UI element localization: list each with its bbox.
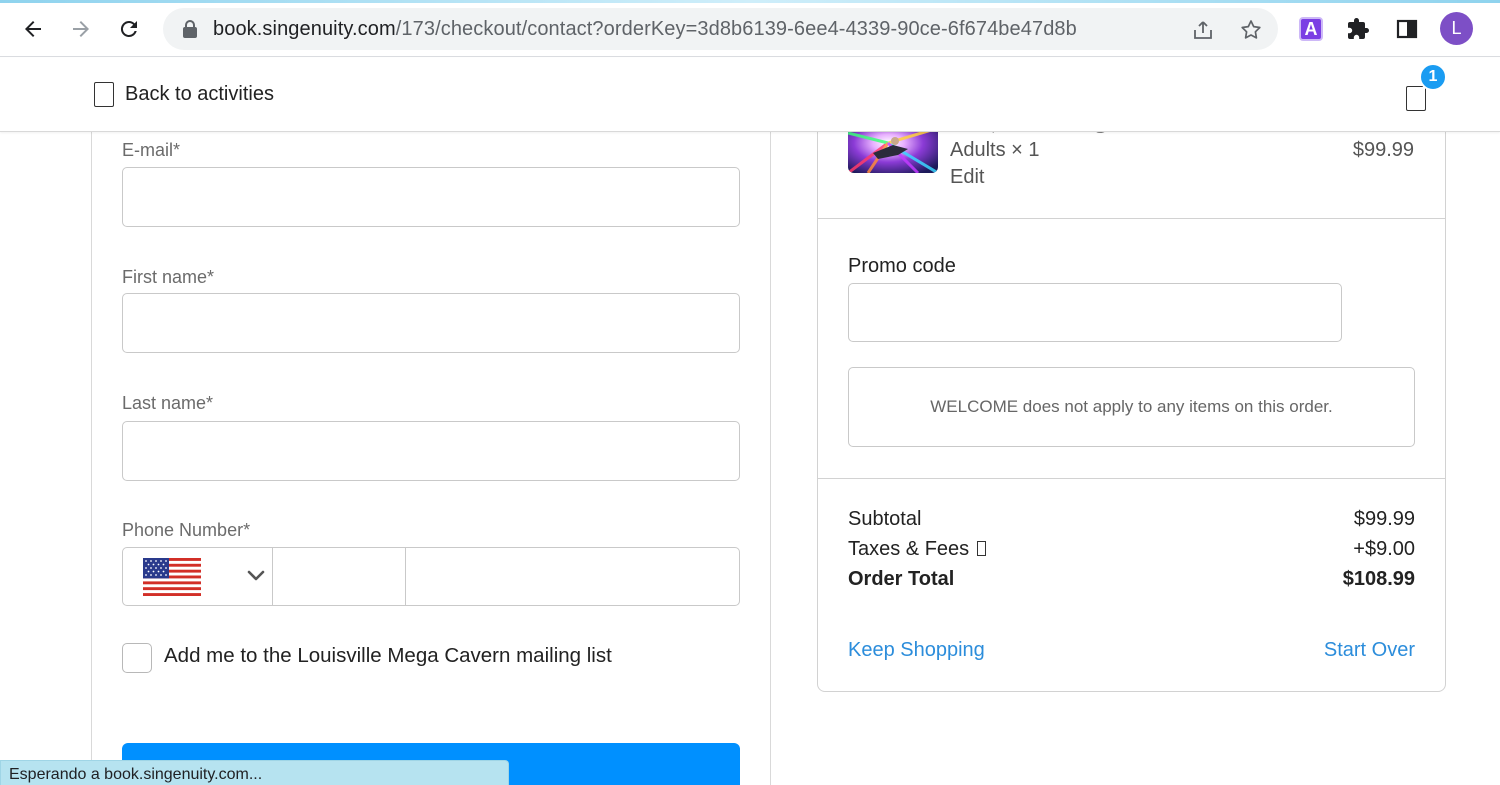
forward-arrow-icon[interactable] xyxy=(64,12,98,46)
promo-message: WELCOME does not apply to any items on t… xyxy=(848,367,1415,447)
last-name-field[interactable] xyxy=(122,421,740,481)
country-code-select[interactable] xyxy=(123,548,273,605)
promo-code-field[interactable] xyxy=(848,283,1342,342)
reload-icon[interactable] xyxy=(112,12,146,46)
summary-divider xyxy=(818,478,1445,479)
phone-number-label: Phone Number* xyxy=(122,520,251,540)
phone-number-field[interactable] xyxy=(407,548,739,605)
order-total-row: Order Total $108.99 xyxy=(848,568,1415,591)
item-quantity: Adults × 1 xyxy=(950,139,1040,161)
extension-letter: A xyxy=(1299,17,1323,41)
left-divider xyxy=(91,132,92,785)
browser-toolbar: book.singenuity.com/173/checkout/contact… xyxy=(0,0,1500,57)
order-total-value: $108.99 xyxy=(1342,568,1415,590)
last-name-label: Last name* xyxy=(122,393,214,413)
back-to-activities-label: Back to activities xyxy=(125,83,274,105)
share-icon[interactable] xyxy=(1190,17,1216,43)
subtotal-row: Subtotal $99.99 xyxy=(848,508,1415,531)
email-field[interactable] xyxy=(122,167,740,227)
email-label: E-mail* xyxy=(122,140,181,160)
site-header: Back to activities xyxy=(0,58,1500,132)
side-panel-icon[interactable] xyxy=(1390,12,1424,46)
translate-extension-icon[interactable]: A xyxy=(1294,12,1328,46)
url-host: book.singenuity.com xyxy=(213,18,396,40)
back-to-activities-link[interactable]: Back to activities xyxy=(94,82,274,107)
order-total-label: Order Total xyxy=(848,568,955,590)
promo-code-label: Promo code xyxy=(848,255,956,277)
url-path: /173/checkout/contact?orderKey=3d8b6139-… xyxy=(395,18,1077,40)
us-flag-icon xyxy=(143,558,201,596)
chevron-down-icon xyxy=(247,570,265,581)
cart-count-badge: 1 xyxy=(1419,63,1447,91)
subtotal-value: $99.99 xyxy=(1353,508,1415,530)
summary-divider xyxy=(818,218,1445,219)
item-price: $99.99 xyxy=(1352,139,1414,161)
mailing-list-checkbox[interactable] xyxy=(122,643,152,673)
address-bar[interactable]: book.singenuity.com/173/checkout/contact… xyxy=(163,8,1278,50)
loading-bar xyxy=(0,0,1500,3)
cart-icon[interactable] xyxy=(1406,86,1426,111)
phone-area-code-field[interactable] xyxy=(274,548,406,605)
start-over-link[interactable]: Start Over xyxy=(1324,639,1415,662)
info-icon[interactable] xyxy=(977,541,987,556)
keep-shopping-link[interactable]: Keep Shopping xyxy=(848,639,985,662)
first-name-label: First name* xyxy=(122,267,215,287)
extensions-puzzle-icon[interactable] xyxy=(1341,12,1375,46)
phone-number-group xyxy=(122,547,740,606)
column-divider xyxy=(770,132,771,785)
bookmark-star-icon[interactable] xyxy=(1238,17,1264,43)
back-icon xyxy=(94,82,114,107)
taxes-row: Taxes & Fees +$9.00 xyxy=(848,538,1415,561)
subtotal-label: Subtotal xyxy=(848,508,922,530)
mailing-list-label: Add me to the Louisville Mega Cavern mai… xyxy=(164,644,612,667)
taxes-label: Taxes & Fees xyxy=(848,538,970,560)
lock-icon[interactable] xyxy=(181,19,199,39)
browser-status-bubble: Esperando a book.singenuity.com... xyxy=(0,760,509,785)
url-text: book.singenuity.com/173/checkout/contact… xyxy=(213,18,1077,41)
taxes-value: +$9.00 xyxy=(1353,538,1415,560)
first-name-field[interactable] xyxy=(122,293,740,353)
profile-avatar[interactable]: L xyxy=(1440,12,1473,45)
edit-item-link[interactable]: Edit xyxy=(950,166,984,189)
back-arrow-icon[interactable] xyxy=(16,12,50,46)
